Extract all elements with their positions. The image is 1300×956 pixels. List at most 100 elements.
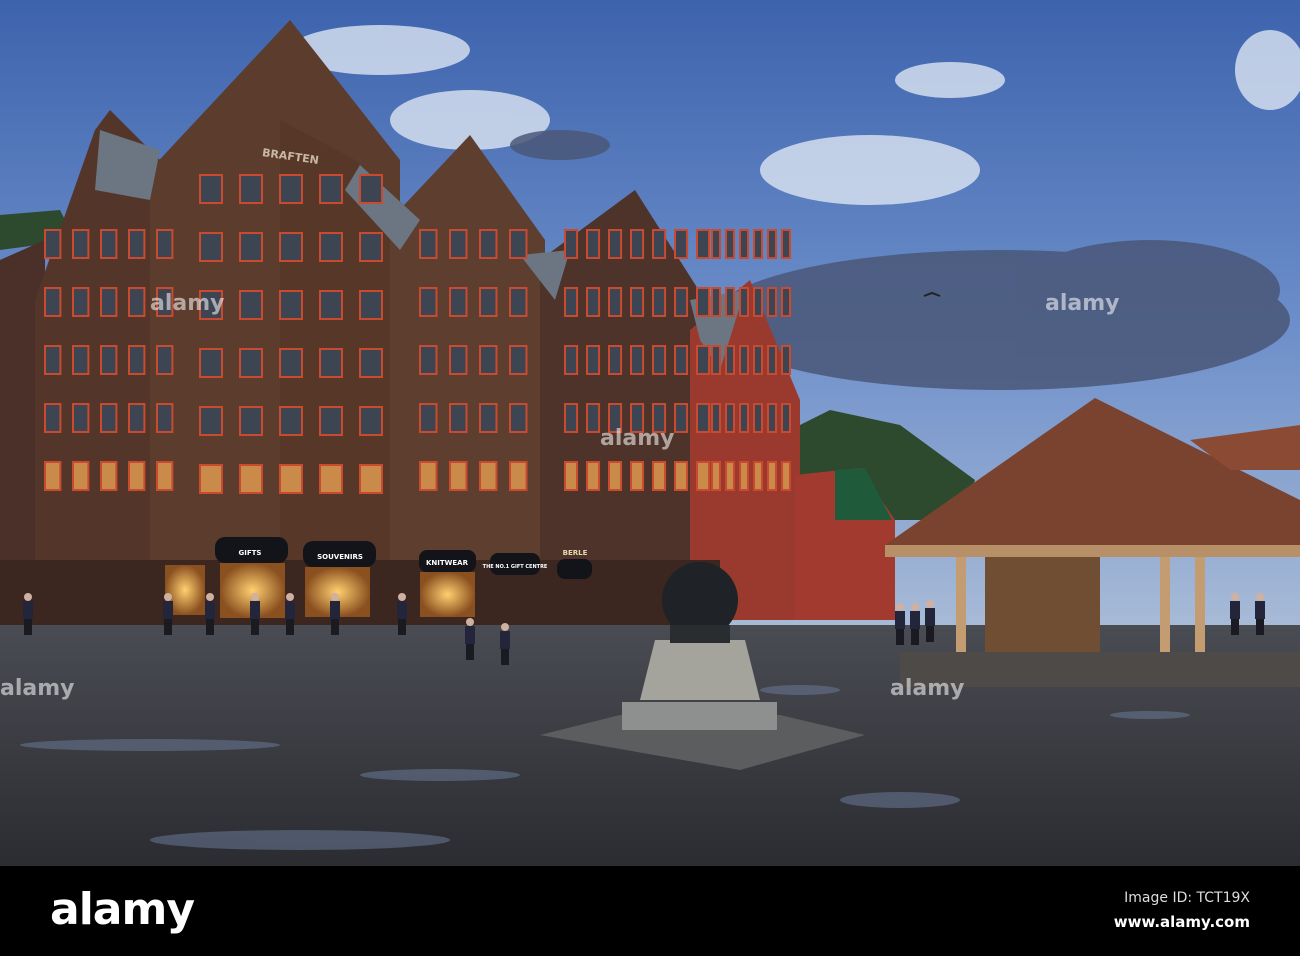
window — [359, 290, 383, 320]
window — [239, 174, 263, 204]
window — [72, 345, 90, 375]
window — [100, 461, 118, 491]
window — [449, 345, 468, 375]
window — [479, 461, 498, 491]
window — [739, 403, 749, 433]
window — [711, 403, 721, 433]
sign-gift-centre: THE NO.1 GIFT CENTRE — [483, 564, 548, 570]
window — [564, 287, 579, 317]
window — [652, 345, 667, 375]
window — [199, 232, 223, 262]
window — [781, 345, 791, 375]
sign-gifts: GIFTS — [239, 549, 262, 557]
window — [781, 229, 791, 259]
window — [449, 229, 468, 259]
window — [696, 461, 711, 491]
window — [725, 345, 735, 375]
window — [753, 461, 763, 491]
window — [279, 348, 303, 378]
alamy-logo: alamy — [50, 884, 195, 935]
window — [100, 287, 118, 317]
window — [319, 406, 343, 436]
footer-bar: alamy Image ID: TCT19X www.alamy.com — [0, 866, 1300, 956]
window — [509, 287, 528, 317]
window — [199, 406, 223, 436]
window — [279, 174, 303, 204]
website-link[interactable]: www.alamy.com — [1114, 913, 1250, 931]
window — [781, 461, 791, 491]
window — [44, 461, 62, 491]
window — [449, 461, 468, 491]
window — [156, 461, 174, 491]
window — [696, 229, 711, 259]
window — [359, 348, 383, 378]
window — [711, 287, 721, 317]
window — [696, 287, 711, 317]
window — [156, 229, 174, 259]
window — [419, 403, 438, 433]
image-id: Image ID: TCT19X — [1124, 890, 1250, 906]
watermark-upper-right: alamy — [1045, 291, 1120, 316]
window — [100, 403, 118, 433]
window — [652, 287, 667, 317]
window — [239, 290, 263, 320]
watermark-upper-left: alamy — [150, 291, 225, 316]
window — [608, 229, 623, 259]
window — [586, 461, 601, 491]
window — [239, 406, 263, 436]
window — [72, 403, 90, 433]
window — [753, 345, 763, 375]
window — [239, 348, 263, 378]
window — [319, 290, 343, 320]
window — [753, 403, 763, 433]
window — [725, 403, 735, 433]
window — [319, 174, 343, 204]
window — [44, 345, 62, 375]
window — [199, 348, 223, 378]
window — [279, 232, 303, 262]
window — [100, 229, 118, 259]
window — [753, 287, 763, 317]
window — [630, 461, 645, 491]
window — [739, 461, 749, 491]
window — [419, 287, 438, 317]
window — [479, 345, 498, 375]
watermark-center: alamy — [600, 426, 675, 451]
window — [696, 403, 711, 433]
window — [72, 229, 90, 259]
window — [479, 229, 498, 259]
sign-knitwear: KNITWEAR — [426, 559, 469, 567]
sign-souvenirs: SOUVENIRS — [317, 553, 363, 561]
window — [586, 345, 601, 375]
window — [711, 461, 721, 491]
window — [767, 461, 777, 491]
window — [674, 287, 689, 317]
window — [564, 403, 579, 433]
window — [767, 229, 777, 259]
window — [753, 229, 763, 259]
bryggen-scene: GIFTS SOUVENIRS KNITWEAR THE NO.1 GIFT C… — [0, 0, 1300, 866]
window — [725, 287, 735, 317]
window — [781, 403, 791, 433]
window — [608, 287, 623, 317]
window — [239, 464, 263, 494]
window — [725, 229, 735, 259]
window — [630, 229, 645, 259]
watermark-lower-right: alamy — [890, 676, 965, 701]
window — [739, 229, 749, 259]
window — [199, 174, 223, 204]
window — [279, 464, 303, 494]
stock-photo: GIFTS SOUVENIRS KNITWEAR THE NO.1 GIFT C… — [0, 0, 1300, 956]
window — [630, 287, 645, 317]
window — [319, 232, 343, 262]
window — [586, 287, 601, 317]
window — [674, 461, 689, 491]
window — [449, 287, 468, 317]
window — [564, 229, 579, 259]
window — [509, 461, 528, 491]
window — [739, 345, 749, 375]
window — [652, 461, 667, 491]
window — [586, 229, 601, 259]
window — [711, 345, 721, 375]
window — [630, 345, 645, 375]
